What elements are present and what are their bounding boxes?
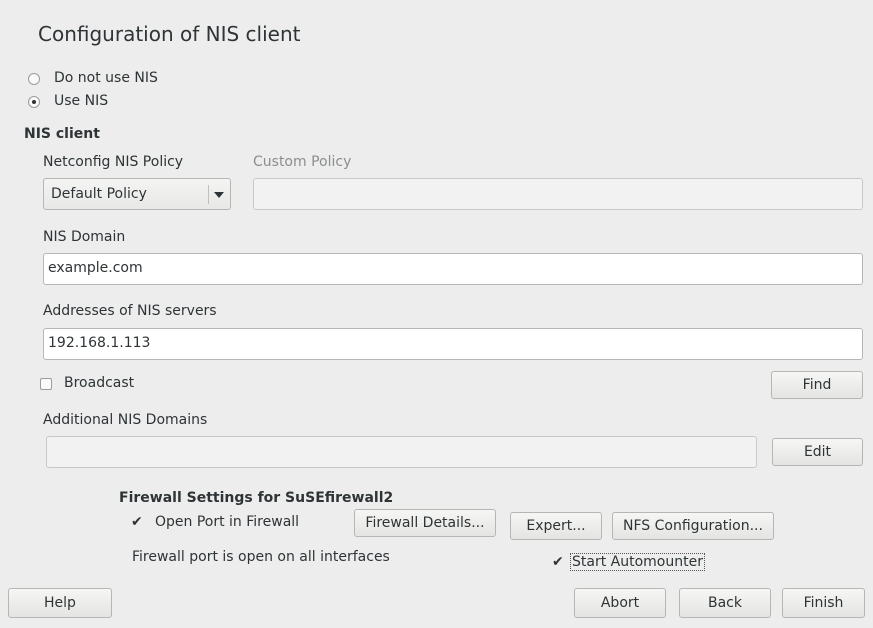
page-title: Configuration of NIS client: [38, 22, 301, 46]
back-button[interactable]: Back: [679, 588, 771, 618]
start-automounter-label: Start Automounter: [570, 553, 705, 571]
radio-indicator[interactable]: [28, 73, 40, 85]
nis-client-heading: NIS client: [24, 126, 100, 142]
chevron-down-icon[interactable]: [214, 192, 224, 198]
nis-domain-field[interactable]: example.com: [43, 253, 863, 285]
open-port-checkbox[interactable]: ✔ Open Port in Firewall: [131, 514, 321, 532]
help-button[interactable]: Help: [8, 588, 112, 618]
radio-label: Use NIS: [54, 93, 109, 109]
find-button[interactable]: Find: [771, 371, 863, 399]
abort-button[interactable]: Abort: [574, 588, 666, 618]
additional-domains-field: [46, 436, 757, 468]
combo-separator: [208, 185, 209, 204]
broadcast-label: Broadcast: [64, 375, 135, 391]
custom-policy-field: [253, 178, 863, 210]
firewall-status-text: Firewall port is open on all interfaces: [132, 549, 390, 565]
edit-button[interactable]: Edit: [772, 438, 863, 466]
nis-domain-label: NIS Domain: [43, 229, 126, 245]
nis-servers-field[interactable]: 192.168.1.113: [43, 328, 863, 360]
checkmark-icon[interactable]: ✔: [131, 515, 143, 529]
nis-servers-value: 192.168.1.113: [48, 335, 151, 351]
radio-use-nis[interactable]: Use NIS: [28, 93, 148, 111]
broadcast-checkbox[interactable]: Broadcast: [40, 375, 160, 393]
checkbox-box[interactable]: [40, 378, 52, 390]
start-automounter-checkbox[interactable]: ✔ Start Automounter: [552, 553, 722, 573]
radio-indicator[interactable]: [28, 96, 40, 108]
finish-button[interactable]: Finish: [782, 588, 865, 618]
policy-label: Netconfig NIS Policy: [43, 154, 184, 170]
expert-button[interactable]: Expert...: [510, 512, 602, 540]
open-port-label: Open Port in Firewall: [155, 514, 300, 530]
nis-domain-value: example.com: [48, 260, 143, 276]
additional-domains-label: Additional NIS Domains: [43, 412, 208, 428]
firewall-heading: Firewall Settings for SuSEfirewall2: [119, 490, 394, 506]
policy-combobox[interactable]: Default Policy: [43, 178, 231, 210]
radio-label: Do not use NIS: [54, 70, 158, 86]
custom-policy-label: Custom Policy: [253, 154, 352, 170]
nis-servers-label: Addresses of NIS servers: [43, 303, 217, 319]
policy-value: Default Policy: [51, 186, 147, 202]
firewall-details-button[interactable]: Firewall Details...: [354, 509, 496, 537]
checkmark-icon[interactable]: ✔: [552, 555, 564, 569]
nfs-configuration-button[interactable]: NFS Configuration...: [612, 512, 774, 540]
radio-do-not-use-nis[interactable]: Do not use NIS: [28, 70, 188, 88]
